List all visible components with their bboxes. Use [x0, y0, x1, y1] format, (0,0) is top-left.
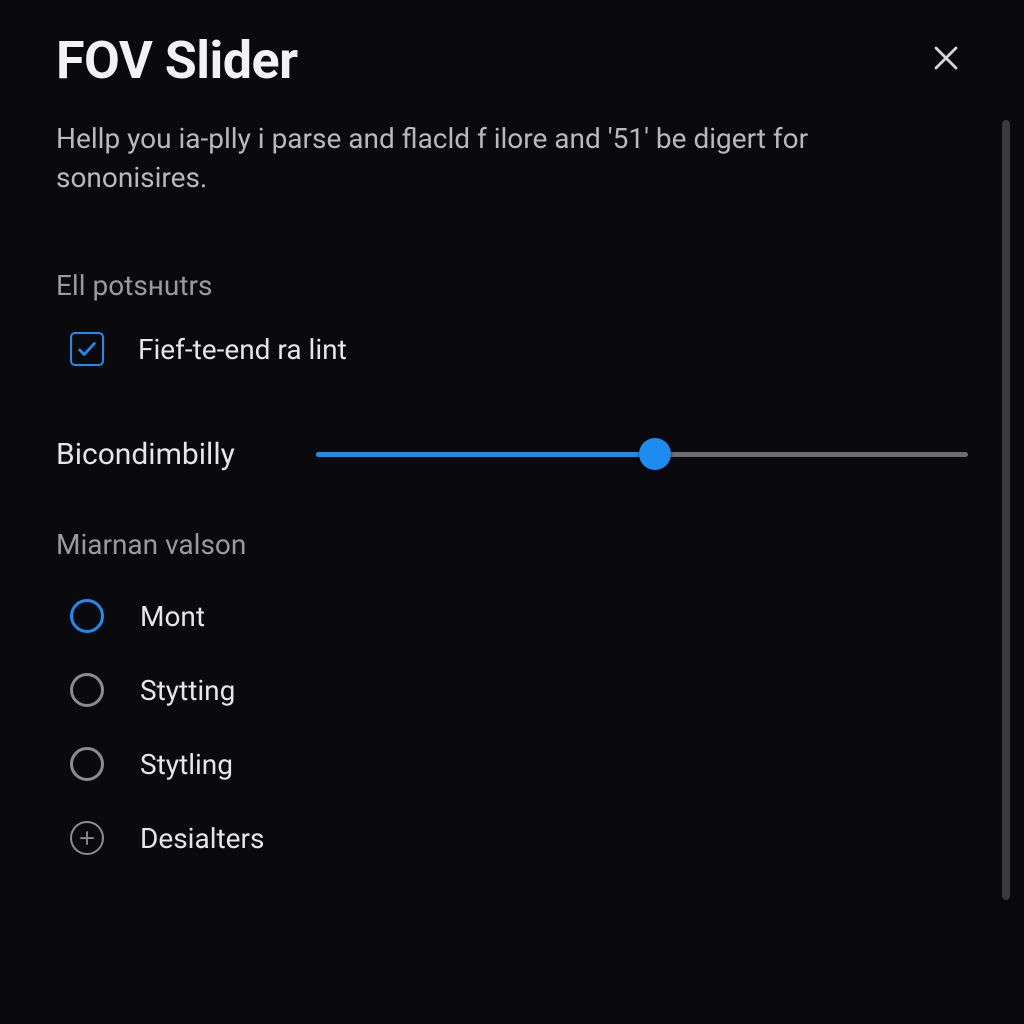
scrollbar[interactable]: [1002, 120, 1010, 900]
settings-panel: FOV Slider Hellp you ia-plly i parse and…: [0, 0, 1024, 1024]
option-label: Desialters: [140, 822, 264, 855]
slider-fill: [316, 452, 655, 457]
option-label: Stytting: [140, 674, 235, 707]
radio-button[interactable]: [70, 673, 104, 707]
close-icon: [931, 43, 961, 73]
slider-label: Bicondimbilly: [56, 437, 256, 472]
description-text: Hellp you ia-plly i parse and flacld f i…: [56, 119, 936, 197]
close-button[interactable]: [924, 36, 968, 80]
radio-option-row[interactable]: Stytting: [70, 673, 968, 707]
plus-icon[interactable]: [70, 821, 104, 855]
section-options-label: Miarnan valson: [56, 528, 968, 561]
add-option-row[interactable]: Desialters: [70, 821, 968, 855]
slider-row: Bicondimbilly: [56, 436, 968, 472]
radio-button[interactable]: [70, 747, 104, 781]
slider-thumb[interactable]: [639, 438, 671, 470]
header: FOV Slider: [56, 30, 968, 91]
radio-button[interactable]: [70, 599, 104, 633]
radio-option-row[interactable]: Mont: [70, 599, 968, 633]
checkbox-row[interactable]: Fief-te-end ra lint: [70, 332, 968, 366]
radio-option-row[interactable]: Stytling: [70, 747, 968, 781]
section-posts-label: Ell potsнutrs: [56, 269, 968, 302]
fov-slider[interactable]: [316, 436, 968, 472]
checkbox-fief[interactable]: [70, 332, 104, 366]
option-list: Mont Stytting Stytling Desialters: [70, 599, 968, 855]
page-title: FOV Slider: [56, 30, 298, 91]
option-label: Mont: [140, 600, 205, 633]
option-label: Stytling: [140, 748, 233, 781]
checkbox-label: Fief-te-end ra lint: [138, 333, 347, 366]
check-icon: [76, 338, 98, 360]
